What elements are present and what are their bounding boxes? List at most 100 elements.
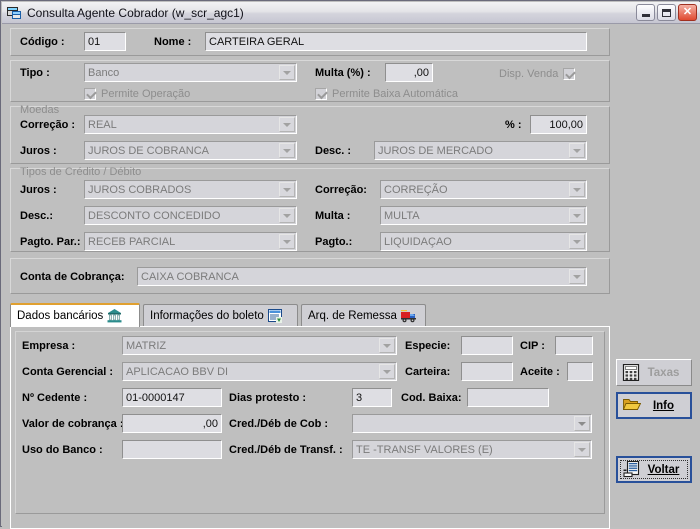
conta-cobranca-value: CAIXA COBRANCA	[141, 270, 239, 283]
cred-deb-transf-combo[interactable]: TE -TRANSF VALORES (E)	[352, 440, 592, 459]
correcao-moeda-value: REAL	[88, 118, 117, 131]
chevron-down-icon[interactable]	[279, 117, 295, 132]
chevron-down-icon[interactable]	[279, 234, 295, 249]
conta-cobranca-label: Conta de Cobrança:	[20, 271, 125, 283]
cred-deb-cob-label: Cred./Déb de Cob :	[229, 418, 329, 430]
maximize-icon[interactable]	[657, 4, 676, 21]
numero-cedente-input[interactable]: 01-0000147	[122, 388, 222, 407]
calculator-icon	[622, 363, 642, 382]
multa-credito-combo[interactable]: MULTA	[380, 206, 587, 225]
info-button[interactable]: Info	[616, 392, 692, 419]
form-back-icon	[623, 460, 643, 479]
tipo-label: Tipo :	[20, 67, 50, 79]
close-icon[interactable]: ✕	[678, 4, 697, 21]
minimize-icon[interactable]	[636, 4, 655, 21]
pagto-parcial-value: RECEB PARCIAL	[88, 235, 176, 248]
multa-percent-label: Multa (%) :	[315, 67, 371, 79]
desc-moeda-label: Desc. :	[315, 145, 352, 157]
cod-baixa-input[interactable]	[467, 388, 549, 407]
correcao-moeda-combo[interactable]: REAL	[84, 115, 297, 134]
juros-moeda-combo[interactable]: JUROS DE COBRANCA	[84, 141, 297, 160]
multa-credito-value: MULTA	[384, 209, 420, 222]
chevron-down-icon[interactable]	[379, 364, 395, 379]
tab-dados-bancarios[interactable]: Dados bancários	[10, 303, 140, 327]
chevron-down-icon[interactable]	[574, 442, 590, 457]
chevron-down-icon[interactable]	[569, 143, 585, 158]
moedas-group-label: Moedas	[20, 104, 60, 116]
check-icon	[563, 68, 576, 80]
desc-moeda-combo[interactable]: JUROS DE MERCADO	[374, 141, 587, 160]
desc-credito-combo[interactable]: DESCONTO CONCEDIDO	[84, 206, 297, 225]
codigo-input[interactable]: 01	[84, 32, 126, 51]
bank-icon	[107, 309, 122, 323]
cip-input[interactable]	[555, 336, 593, 355]
tab-arq-remessa-label: Arq. de Remessa	[308, 309, 397, 322]
multa-credito-label: Multa :	[315, 210, 351, 222]
disp-venda-checkbox[interactable]: Disp. Venda	[499, 68, 576, 80]
check-icon	[315, 88, 327, 100]
carteira-input[interactable]	[461, 362, 513, 381]
percent-input[interactable]: 100,00	[530, 115, 587, 134]
permite-baixa-automatica-checkbox[interactable]: Permite Baixa Automática	[315, 88, 458, 100]
permite-operacao-label: Permite Operação	[101, 88, 191, 100]
pagto-label: Pagto.:	[315, 236, 353, 248]
desc-credito-value: DESCONTO CONCEDIDO	[88, 209, 221, 222]
chevron-down-icon[interactable]	[279, 65, 295, 80]
dias-protesto-label: Dias protesto :	[229, 392, 307, 404]
chevron-down-icon[interactable]	[279, 182, 295, 197]
client-area: Código : 01 Nome : CARTEIRA GERAL Tipo :…	[2, 24, 700, 529]
desc-moeda-value: JUROS DE MERCADO	[378, 144, 493, 157]
codigo-label: Código :	[20, 36, 65, 48]
voltar-button[interactable]: Voltar	[616, 456, 692, 483]
chevron-down-icon[interactable]	[569, 234, 585, 249]
pagto-combo[interactable]: LIQUIDAÇAO	[380, 232, 587, 251]
window-title: Consulta Agente Cobrador (w_scr_agc1)	[27, 5, 244, 20]
juros-credito-value: JUROS COBRADOS	[88, 183, 192, 196]
app-window-icon	[6, 5, 22, 21]
multa-percent-input[interactable]: ,00	[385, 63, 433, 82]
pagto-parcial-combo[interactable]: RECEB PARCIAL	[84, 232, 297, 251]
chevron-down-icon[interactable]	[569, 182, 585, 197]
window-controls: ✕	[636, 4, 697, 21]
cred-deb-transf-value: TE -TRANSF VALORES (E)	[356, 443, 493, 456]
tab-strip: Dados bancários Informações do boleto Ar…	[10, 303, 610, 327]
correcao-credito-combo[interactable]: CORREÇÃO	[380, 180, 587, 199]
permite-operacao-checkbox[interactable]: Permite Operação	[84, 88, 190, 100]
cred-deb-cob-combo[interactable]	[352, 414, 592, 433]
disp-venda-label: Disp. Venda	[499, 68, 559, 80]
uso-banco-label: Uso do Banco :	[22, 444, 103, 456]
carteira-label: Carteira:	[405, 366, 451, 378]
empresa-label: Empresa :	[22, 340, 76, 352]
desc-credito-label: Desc.:	[20, 210, 54, 222]
chevron-down-icon[interactable]	[279, 208, 295, 223]
valor-cobranca-input[interactable]: ,00	[122, 414, 222, 433]
dias-protesto-input[interactable]: 3	[352, 388, 392, 407]
juros-moeda-label: Juros :	[20, 145, 57, 157]
chevron-down-icon[interactable]	[279, 143, 295, 158]
chevron-down-icon[interactable]	[574, 416, 590, 431]
uso-banco-input[interactable]	[122, 440, 222, 459]
empresa-combo[interactable]: MATRIZ	[122, 336, 397, 355]
valor-cobranca-label: Valor de cobrança :	[22, 418, 124, 430]
juros-credito-combo[interactable]: JUROS COBRADOS	[84, 180, 297, 199]
delivery-truck-icon	[400, 309, 417, 323]
especie-input[interactable]	[461, 336, 513, 355]
juros-moeda-value: JUROS DE COBRANCA	[88, 144, 210, 157]
cred-deb-transf-label: Cred./Déb de Transf. :	[229, 444, 343, 456]
conta-gerencial-label: Conta Gerencial :	[22, 366, 114, 378]
title-bar[interactable]: Consulta Agente Cobrador (w_scr_agc1) ✕	[2, 2, 700, 24]
conta-gerencial-combo[interactable]: APLICACAO BBV DI	[122, 362, 397, 381]
nome-input[interactable]: CARTEIRA GERAL	[205, 32, 587, 51]
tab-arq-remessa[interactable]: Arq. de Remessa	[301, 304, 426, 326]
tipo-combo[interactable]: Banco	[84, 63, 297, 82]
chevron-down-icon[interactable]	[379, 338, 395, 353]
chevron-down-icon[interactable]	[569, 208, 585, 223]
tab-informacoes-boleto[interactable]: Informações do boleto	[143, 304, 298, 326]
conta-cobranca-combo[interactable]: CAIXA COBRANCA	[137, 267, 587, 286]
cip-label: CIP :	[520, 340, 545, 352]
aceite-input[interactable]	[567, 362, 593, 381]
taxas-button[interactable]: Taxas	[616, 359, 692, 386]
tab-informacoes-boleto-label: Informações do boleto	[150, 309, 264, 322]
chevron-down-icon[interactable]	[569, 269, 585, 284]
permite-baixa-automatica-label: Permite Baixa Automática	[332, 88, 458, 100]
